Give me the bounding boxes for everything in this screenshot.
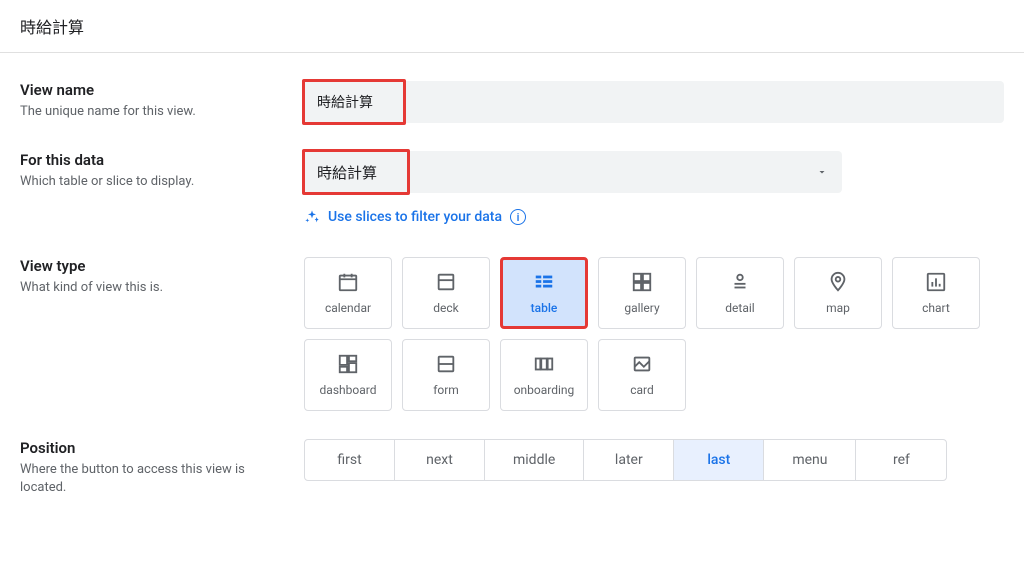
- position-option-later[interactable]: later: [584, 440, 674, 480]
- card-icon: [631, 353, 653, 375]
- map-icon: [827, 271, 849, 293]
- tile-label: onboarding: [514, 383, 575, 397]
- view-type-tile-dashboard[interactable]: dashboard: [304, 339, 392, 411]
- view-type-tile-detail[interactable]: detail: [696, 257, 784, 329]
- view-type-tile-onboarding[interactable]: onboarding: [500, 339, 588, 411]
- view-type-tile-table[interactable]: table: [500, 257, 588, 329]
- dashboard-icon: [337, 353, 359, 375]
- position-option-first[interactable]: first: [305, 440, 395, 480]
- row-view-name: View name The unique name for this view.…: [20, 81, 1004, 123]
- table-icon: [533, 271, 555, 293]
- view-type-tile-deck[interactable]: deck: [402, 257, 490, 329]
- tile-label: card: [630, 383, 654, 397]
- field-desc: What kind of view this is.: [20, 279, 280, 297]
- control-col: 時給計算: [304, 81, 1004, 123]
- field-desc: The unique name for this view.: [20, 103, 280, 121]
- info-icon: i: [510, 209, 526, 225]
- label-col: View name The unique name for this view.: [20, 81, 280, 121]
- control-col: 時給計算 Use slices to filter your data i: [304, 151, 1004, 225]
- page-header: 時給計算: [0, 0, 1024, 53]
- position-option-next[interactable]: next: [395, 440, 485, 480]
- position-option-last[interactable]: last: [674, 440, 764, 480]
- view-type-tile-gallery[interactable]: gallery: [598, 257, 686, 329]
- settings-form: View name The unique name for this view.…: [0, 53, 1024, 545]
- tile-label: gallery: [624, 301, 659, 315]
- label-col: Position Where the button to access this…: [20, 439, 280, 497]
- tile-label: dashboard: [320, 383, 377, 397]
- chart-icon: [925, 271, 947, 293]
- page-title: 時給計算: [20, 14, 1004, 38]
- field-label: View name: [20, 81, 280, 99]
- tile-label: calendar: [325, 301, 371, 315]
- chevron-down-icon: [816, 166, 828, 178]
- use-slices-link[interactable]: Use slices to filter your data i: [304, 209, 1004, 225]
- view-name-input[interactable]: 時給計算: [302, 79, 406, 125]
- control-col: calendar deck table gallery detail map chart da…: [304, 257, 1004, 411]
- for-data-value-highlight: 時給計算: [302, 149, 410, 195]
- tile-label: table: [531, 301, 558, 315]
- sparkle-icon: [304, 209, 320, 225]
- position-option-middle[interactable]: middle: [485, 440, 584, 480]
- field-label: View type: [20, 257, 280, 275]
- form-icon: [435, 353, 457, 375]
- view-type-tile-calendar[interactable]: calendar: [304, 257, 392, 329]
- row-position: Position Where the button to access this…: [20, 439, 1004, 497]
- deck-icon: [435, 271, 457, 293]
- detail-icon: [729, 271, 751, 293]
- tile-label: chart: [922, 301, 950, 315]
- field-label: Position: [20, 439, 280, 457]
- tile-label: deck: [433, 301, 459, 315]
- view-name-value: 時給計算: [317, 92, 373, 112]
- calendar-icon: [337, 271, 359, 293]
- view-type-tile-form[interactable]: form: [402, 339, 490, 411]
- tile-label: detail: [725, 301, 754, 315]
- gallery-icon: [631, 271, 653, 293]
- label-col: For this data Which table or slice to di…: [20, 151, 280, 191]
- view-type-tile-map[interactable]: map: [794, 257, 882, 329]
- for-data-select[interactable]: 時給計算: [304, 151, 842, 193]
- tile-label: map: [826, 301, 850, 315]
- row-for-data: For this data Which table or slice to di…: [20, 151, 1004, 225]
- view-type-grid: calendar deck table gallery detail map chart da…: [304, 257, 1004, 411]
- label-col: View type What kind of view this is.: [20, 257, 280, 297]
- field-desc: Which table or slice to display.: [20, 173, 280, 191]
- onboarding-icon: [533, 353, 555, 375]
- control-col: firstnextmiddlelaterlastmenuref: [304, 439, 1004, 481]
- field-desc: Where the button to access this view is …: [20, 461, 280, 497]
- view-type-tile-card[interactable]: card: [598, 339, 686, 411]
- tile-label: form: [433, 383, 459, 397]
- row-view-type: View type What kind of view this is. cal…: [20, 257, 1004, 411]
- position-option-menu[interactable]: menu: [764, 440, 856, 480]
- for-data-value: 時給計算: [317, 162, 377, 183]
- field-label: For this data: [20, 151, 280, 169]
- position-option-ref[interactable]: ref: [856, 440, 946, 480]
- position-segmented: firstnextmiddlelaterlastmenuref: [304, 439, 947, 481]
- view-type-tile-chart[interactable]: chart: [892, 257, 980, 329]
- helper-link-text: Use slices to filter your data: [328, 209, 502, 225]
